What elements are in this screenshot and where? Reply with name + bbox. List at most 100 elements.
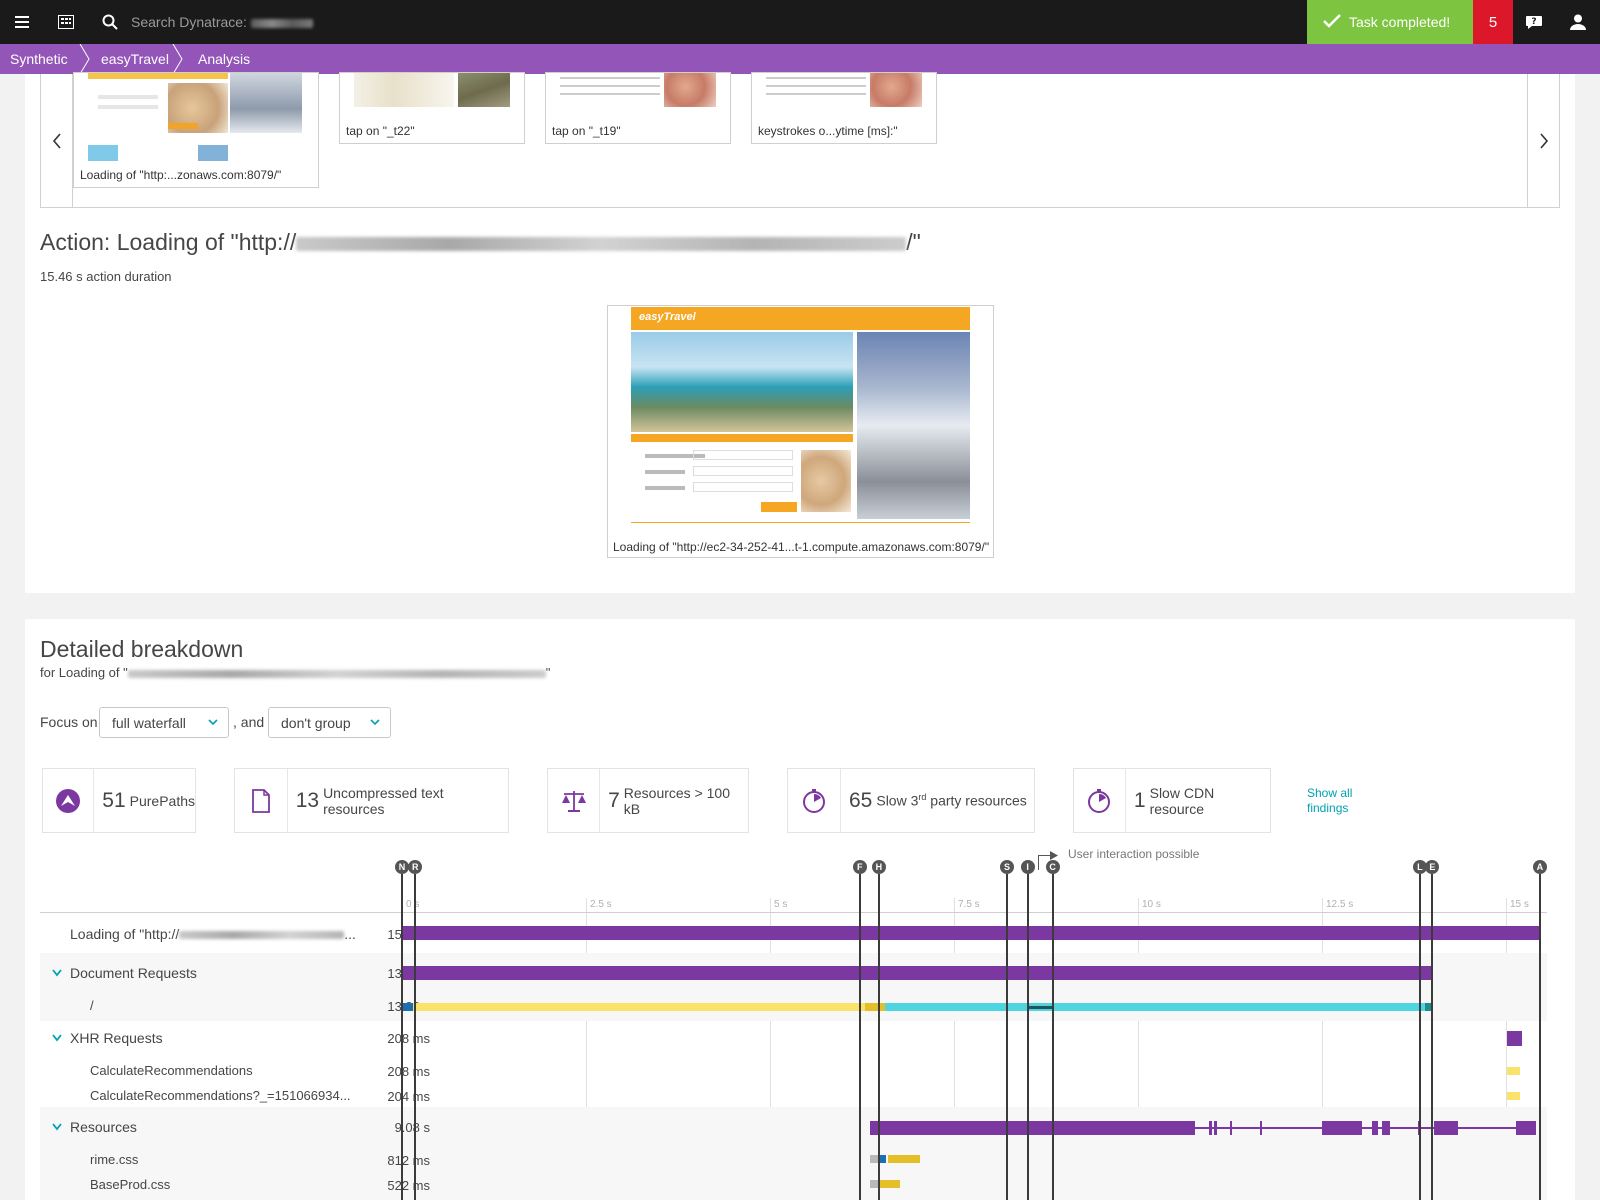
breadcrumb-easytravel[interactable]: easyTravel <box>101 51 169 67</box>
notification-badge[interactable]: 5 <box>1473 0 1513 44</box>
action-screenshot[interactable]: easyTravel Loading of "http://ec2-34-252… <box>607 305 994 558</box>
thumbnail-caption: tap on "_t19" <box>552 124 621 138</box>
search-icon[interactable] <box>88 0 132 44</box>
bar-xhr-requests[interactable] <box>1506 1031 1522 1046</box>
marker-badge[interactable]: R <box>408 860 423 874</box>
finding-large-resources[interactable]: 7 Resources > 100 kB <box>547 768 749 833</box>
chevron-right-icon <box>1539 133 1548 149</box>
breadcrumb-separator-icon <box>79 44 90 74</box>
thumbnail-1[interactable]: Loading of "http:...zonaws.com:8079/" <box>73 72 319 188</box>
bar-resources-segment[interactable] <box>1372 1121 1378 1135</box>
purepath-icon <box>43 769 95 832</box>
breadcrumb-analysis[interactable]: Analysis <box>198 51 250 67</box>
marker-line <box>401 874 403 1200</box>
row-label-loading[interactable]: Loading of "http://... <box>70 926 356 942</box>
tick-label: 15 s <box>1510 899 1529 910</box>
marker-line <box>1538 874 1541 1200</box>
bar-root-dns[interactable] <box>402 1003 413 1011</box>
bar-rime-css-dns[interactable] <box>870 1155 878 1163</box>
thumbnail-3[interactable]: tap on "_t19" <box>545 72 731 144</box>
breadcrumb-synthetic[interactable]: Synthetic <box>10 51 68 67</box>
marker-badge[interactable]: N <box>395 860 409 874</box>
marker-line <box>858 874 861 1200</box>
bar-loading[interactable] <box>402 926 1540 940</box>
marker-badge[interactable]: C <box>1045 860 1060 874</box>
chevron-down-icon[interactable] <box>52 969 62 977</box>
marker-badge[interactable]: I <box>1020 860 1035 874</box>
breakdown-for-label: for Loading of " <box>40 665 128 680</box>
row-label-rime-css[interactable]: rime.css <box>90 1152 138 1167</box>
show-all-findings-link[interactable]: Show all findings <box>1307 786 1367 816</box>
bar-document-requests[interactable] <box>402 966 1431 980</box>
row-duration: 208 ms <box>387 1064 430 1079</box>
user-icon[interactable] <box>1556 0 1600 44</box>
scale-icon <box>548 769 601 832</box>
finding-slow-cdn[interactable]: 1 Slow CDN resource <box>1073 768 1271 833</box>
row-label-text: Loading of "http:// <box>70 926 180 942</box>
marker-badge[interactable]: S <box>999 860 1014 874</box>
bar-root-waiting[interactable] <box>413 1003 865 1011</box>
bar-root-ttfb[interactable] <box>865 1003 885 1011</box>
chevron-down-icon[interactable] <box>52 1123 62 1131</box>
finding-count: 7 <box>608 788 620 812</box>
row-label-calculate-recommendations-query[interactable]: CalculateRecommendations?_=151066934... <box>90 1088 351 1103</box>
bar-baseprod-css-dns[interactable] <box>870 1180 878 1188</box>
row-label-document-requests[interactable]: Document Requests <box>70 965 197 981</box>
bar-resources-segment[interactable] <box>1434 1121 1458 1135</box>
tick-label: 12.5 s <box>1326 899 1354 910</box>
finding-label: Slow CDN resource <box>1149 784 1215 817</box>
chevron-down-icon[interactable] <box>52 1034 62 1042</box>
marker-badge[interactable]: E <box>1425 860 1440 874</box>
bar-calc-recommendations-query[interactable] <box>1506 1092 1520 1100</box>
help-icon[interactable]: ? <box>1512 0 1556 44</box>
breakdown-for-suffix: " <box>545 665 551 680</box>
interaction-label: User interaction possible <box>1068 847 1200 861</box>
marker-badge[interactable]: F <box>852 860 867 874</box>
marker-badge[interactable]: A <box>1532 860 1547 874</box>
thumbnail-caption: keystrokes o...ytime [ms]:" <box>758 124 898 138</box>
finding-count: 51 <box>102 788 126 812</box>
thumbnail-2[interactable]: tap on "_t22" <box>339 72 525 144</box>
thumbnail-4[interactable]: keystrokes o...ytime [ms]:" <box>751 72 937 144</box>
row-label-calculate-recommendations[interactable]: CalculateRecommendations <box>90 1063 253 1078</box>
marker-line <box>1005 874 1008 1200</box>
group-value: don't group <box>281 714 351 731</box>
menu-icon[interactable] <box>0 0 44 44</box>
group-dropdown[interactable]: don't group <box>268 707 391 738</box>
ellipsis: ... <box>344 926 356 942</box>
finding-uncompressed[interactable]: 13 Uncompressed text resources <box>234 768 509 833</box>
finding-purepaths[interactable]: 51 PurePaths <box>42 768 196 833</box>
focus-dropdown[interactable]: full waterfall <box>99 707 229 738</box>
carousel-next-button[interactable] <box>1527 74 1559 208</box>
screenshot-carousel: Loading of "http:...zonaws.com:8079/" ta… <box>40 72 1560 208</box>
bar-rime-css-download[interactable] <box>888 1155 920 1163</box>
carousel-prev-button[interactable] <box>41 74 73 208</box>
row-label-xhr-requests[interactable]: XHR Requests <box>70 1030 163 1046</box>
snow-image <box>857 332 970 519</box>
bar-resources-segment[interactable] <box>1516 1121 1536 1135</box>
row-duration: 812 ms <box>387 1153 430 1168</box>
thumbnail-caption: Loading of "http:...zonaws.com:8079/" <box>80 168 282 182</box>
bar-root-processing[interactable] <box>1028 1006 1052 1009</box>
row-label-baseprod-css[interactable]: BaseProd.css <box>90 1177 170 1192</box>
checkmark-icon <box>1323 13 1341 31</box>
search-placeholder: Search Dynatrace: <box>131 14 247 30</box>
bar-calc-recommendations[interactable] <box>1506 1067 1520 1075</box>
bar-resources-segment[interactable] <box>1322 1121 1362 1135</box>
finding-slow-third-party[interactable]: 65 Slow 3rd party resources <box>787 768 1035 833</box>
tick-label: 10 s <box>1142 899 1161 910</box>
row-label-resources[interactable]: Resources <box>70 1119 137 1135</box>
task-completed-banner[interactable]: Task completed! <box>1307 0 1473 44</box>
bar-resources-segment[interactable] <box>1382 1121 1390 1135</box>
bar-baseprod-css-download[interactable] <box>878 1180 900 1188</box>
dashboard-icon[interactable] <box>44 0 88 44</box>
marker-line <box>1051 874 1054 1200</box>
chevron-down-icon <box>370 719 380 726</box>
marker-badge[interactable]: H <box>871 860 886 874</box>
row-label-root-document[interactable]: / <box>90 998 94 1013</box>
bar-root-download[interactable] <box>885 1003 1425 1011</box>
thumbnail-caption: tap on "_t22" <box>346 124 415 138</box>
search-input[interactable]: Search Dynatrace: <box>131 14 313 30</box>
bar-resources[interactable] <box>870 1121 1195 1135</box>
marker-line <box>1026 874 1029 1200</box>
